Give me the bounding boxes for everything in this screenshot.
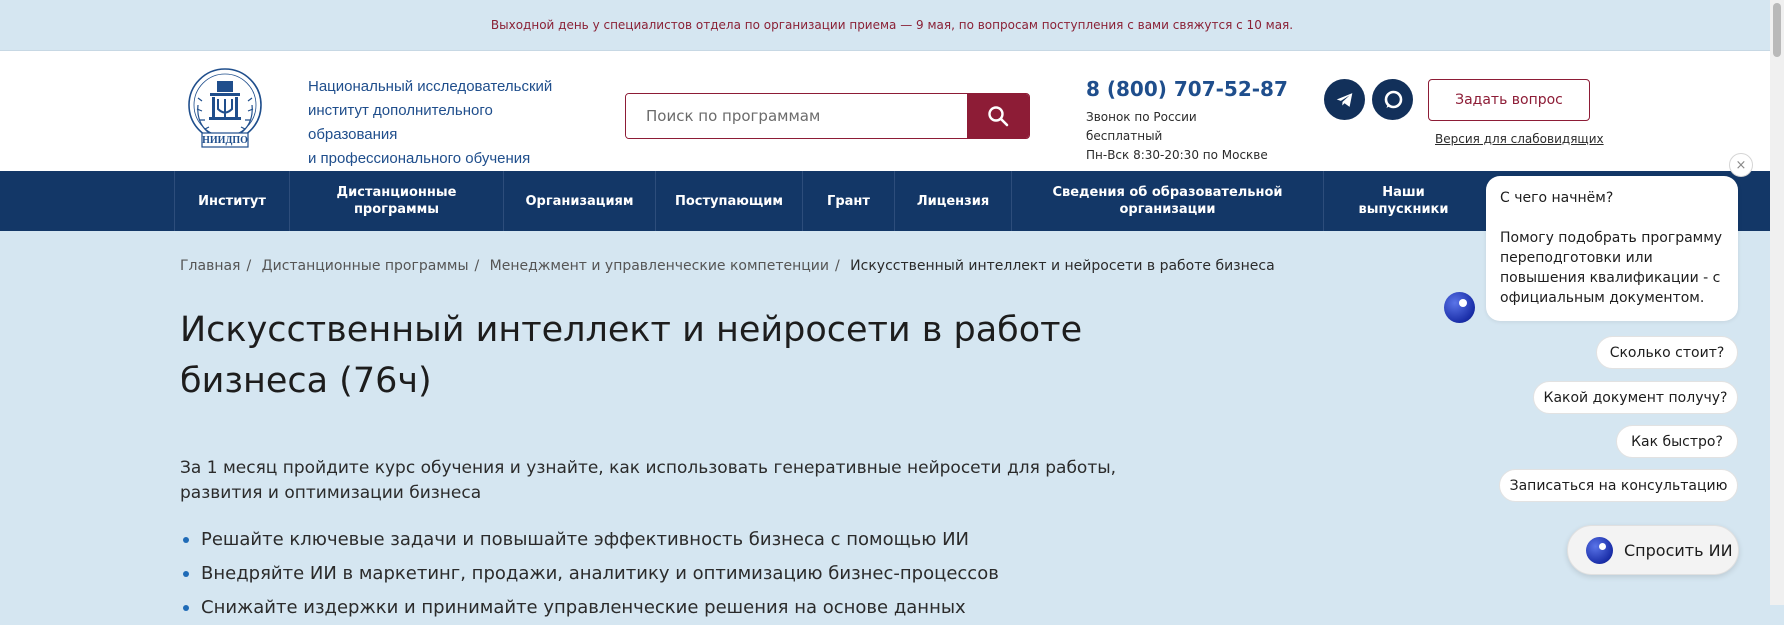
list-item: Решайте ключевые задачи и повышайте эффе… (180, 523, 999, 557)
ask-ai-button[interactable]: Спросить ИИ (1567, 525, 1739, 575)
logo-line-3: и профессионального обучения (308, 150, 531, 167)
search-icon (988, 106, 1009, 127)
benefits-list: Решайте ключевые задачи и повышайте эффе… (180, 523, 999, 625)
announcement-bar: Выходной день у специалистов отдела по о… (0, 0, 1784, 51)
chat-messenger-button[interactable] (1372, 79, 1413, 120)
nav-item-distance-programs[interactable]: Дистанционные программы (289, 171, 503, 231)
nav-item-graduates[interactable]: Наши выпускники (1323, 171, 1483, 231)
ask-question-button[interactable]: Задать вопрос (1428, 79, 1590, 121)
breadcrumb: Главная / Дистанционные программы / Менедж… (180, 258, 1281, 274)
phone-note-line-1: Звонок по России бесплатный (1086, 110, 1197, 143)
breadcrumb-management[interactable]: Менеджмент и управленческие компетенции (490, 258, 829, 274)
chat-chip-document[interactable]: Какой документ получу? (1533, 381, 1738, 414)
phone-note: Звонок по России бесплатный Пн-Вск 8:30-… (1086, 108, 1276, 165)
search-input[interactable] (626, 94, 967, 138)
chat-chip-consultation[interactable]: Записаться на консультацию (1499, 469, 1738, 502)
breadcrumb-home[interactable]: Главная (180, 258, 240, 274)
scrollbar-thumb[interactable] (1773, 3, 1781, 57)
phone-note-line-2: Пн-Вск 8:30-20:30 по Москве (1086, 148, 1268, 162)
accessibility-version-link[interactable]: Версия для слабовидящих (1435, 132, 1604, 146)
logo-emblem-icon[interactable]: НИИДПО (180, 65, 270, 153)
nav-item-grant[interactable]: Грант (802, 171, 894, 231)
breadcrumb-separator: / (474, 258, 480, 274)
chat-chip-speed[interactable]: Как быстро? (1616, 425, 1738, 458)
ai-bot-avatar-icon (1444, 292, 1475, 323)
phone-number[interactable]: 8 (800) 707-52-87 (1086, 77, 1288, 101)
ask-ai-label: Спросить ИИ (1624, 540, 1733, 560)
list-item: Внедряйте ИИ в маркетинг, продажи, анали… (180, 557, 999, 591)
logo-line-2: институт дополнительного образования (308, 102, 493, 143)
chat-message: Помогу подобрать программу переподготовк… (1500, 230, 1723, 306)
telegram-button[interactable] (1324, 79, 1365, 120)
telegram-icon (1336, 92, 1352, 107)
list-item: Снижайте издержки и принимайте управленч… (180, 591, 999, 625)
breadcrumb-distance-programs[interactable]: Дистанционные программы (262, 258, 469, 274)
announcement-text: Выходной день у специалистов отдела по о… (490, 18, 1294, 32)
chat-close-button[interactable]: × (1729, 153, 1753, 177)
chat-chip-price[interactable]: Сколько стоит? (1596, 336, 1738, 369)
breadcrumb-separator: / (246, 258, 252, 274)
page-title: Искусственный интеллект и нейросети в ра… (180, 310, 1083, 401)
nav-item-license[interactable]: Лицензия (894, 171, 1011, 231)
nav-item-institute[interactable]: Институт (174, 171, 289, 231)
breadcrumb-separator: / (834, 258, 840, 274)
nav-item-applicants[interactable]: Поступающим (655, 171, 802, 231)
breadcrumb-current: Искусственный интеллект и нейросети в ра… (850, 258, 1275, 274)
logo-emblem-text: НИИДПО (202, 135, 248, 146)
logo-title[interactable]: Национальный исследовательский институт … (308, 75, 578, 171)
close-icon: × (1735, 157, 1747, 173)
site-header: НИИДПО Национальный исследовательский ин… (0, 51, 1770, 171)
ai-bot-icon (1586, 536, 1613, 564)
page-scrollbar[interactable] (1770, 0, 1784, 605)
nav-item-organizations[interactable]: Организациям (503, 171, 655, 231)
chat-greeting: С чего начнём? (1500, 190, 1614, 206)
search-form (625, 93, 1030, 139)
nav-item-org-info[interactable]: Сведения об образовательной организации (1011, 171, 1323, 231)
logo-line-1: Национальный исследовательский (308, 78, 553, 95)
course-lead-text: За 1 месяц пройдите курс обучения и узна… (180, 458, 1117, 503)
chat-welcome-bubble: С чего начнём? Помогу подобрать программ… (1486, 176, 1738, 321)
chat-bubble-icon (1384, 90, 1402, 108)
search-button[interactable] (967, 94, 1029, 138)
